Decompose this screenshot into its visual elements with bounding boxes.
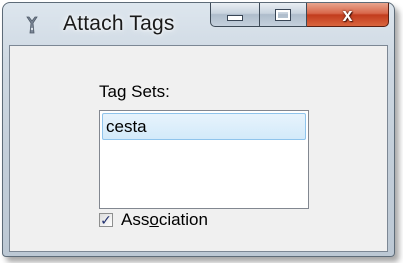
association-label[interactable]: Association	[121, 210, 208, 230]
close-button[interactable]: x	[307, 3, 389, 27]
attach-tags-window: Attach Tags x Tag Sets: cesta ✓ Associat…	[2, 2, 395, 257]
window-title: Attach Tags	[63, 12, 175, 35]
title-bar[interactable]: Attach Tags x	[3, 3, 394, 45]
maximize-button[interactable]	[260, 3, 307, 27]
tag-app-icon[interactable]	[21, 14, 43, 36]
close-icon: x	[342, 4, 353, 25]
minimize-button[interactable]	[210, 3, 260, 27]
tag-sets-label: Tag Sets:	[99, 82, 170, 101]
caption-buttons: x	[210, 3, 390, 29]
tag-sets-listbox[interactable]: cesta	[99, 110, 309, 209]
checkmark-icon: ✓	[100, 212, 112, 228]
association-checkbox[interactable]: ✓	[99, 213, 113, 227]
list-item[interactable]: cesta	[102, 113, 306, 140]
dialog-client-area: Tag Sets: cesta ✓ Association	[9, 45, 388, 252]
maximize-icon	[275, 8, 291, 21]
minimize-icon	[227, 14, 243, 21]
association-option[interactable]: ✓ Association	[99, 209, 208, 231]
